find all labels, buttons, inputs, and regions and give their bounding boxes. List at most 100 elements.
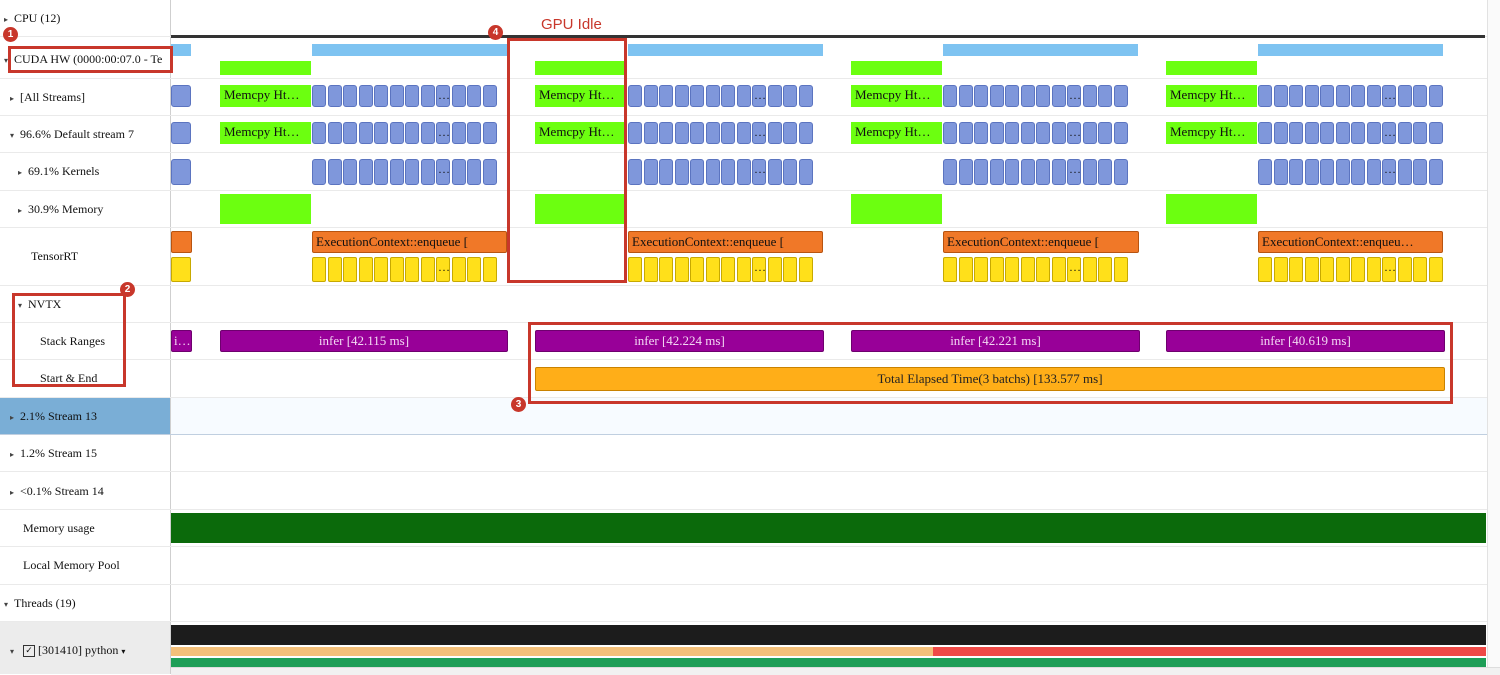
kernel-block[interactable] [989, 122, 1004, 144]
kernel-block[interactable] [643, 85, 658, 107]
kernel-block[interactable] [327, 85, 342, 107]
kernel-block[interactable] [1020, 85, 1035, 107]
tensorrt-layer-block[interactable] [451, 257, 466, 282]
kernel-block[interactable] [705, 85, 720, 107]
enqueue-block[interactable] [171, 231, 192, 253]
kernel-block[interactable] [1082, 85, 1097, 107]
kernel-block[interactable] [1020, 159, 1035, 185]
kernel-block[interactable] [482, 85, 497, 107]
kernel-block[interactable] [171, 122, 191, 144]
tensorrt-layer-block[interactable] [1351, 257, 1365, 282]
kernel-block[interactable] [327, 159, 342, 185]
kernel-block[interactable] [721, 85, 735, 107]
tensorrt-layer-block[interactable] [1005, 257, 1019, 282]
tensorrt-layer-block[interactable] [1413, 257, 1427, 282]
kernel-block[interactable] [1113, 159, 1128, 185]
kernel-block[interactable] [1366, 122, 1381, 144]
thread-activity-bar[interactable] [171, 647, 933, 656]
tensorrt-layer-block[interactable] [1036, 257, 1050, 282]
kernel-block[interactable] [1098, 122, 1112, 144]
tree-row-threads[interactable]: ▾ Threads (19) [4, 596, 174, 612]
tensorrt-layer-block[interactable] [643, 257, 658, 282]
memory-block[interactable] [220, 194, 311, 224]
kernel-block[interactable] [798, 159, 813, 185]
kernel-block[interactable] [690, 85, 704, 107]
cuda-activity-bar[interactable] [171, 44, 191, 56]
kernel-block[interactable] [1036, 159, 1050, 185]
kernel-block[interactable] [958, 85, 973, 107]
tensorrt-layer-block[interactable] [389, 257, 404, 282]
tensorrt-layer-block[interactable] [943, 257, 957, 282]
kernel-block[interactable] [1320, 159, 1334, 185]
kernel-block[interactable] [1351, 122, 1365, 144]
kernel-block[interactable] [1304, 122, 1319, 144]
enqueue-block[interactable]: ExecutionContext::enqueu… [1258, 231, 1443, 253]
kernel-block[interactable] [358, 85, 373, 107]
expand-arrow-icon[interactable]: ▸ [10, 486, 20, 500]
collapse-arrow-icon[interactable]: ▾ [4, 598, 14, 612]
tensorrt-layer-block[interactable] [1397, 257, 1412, 282]
cuda-memory-bar[interactable] [220, 61, 311, 75]
memory-block[interactable] [851, 194, 942, 224]
kernel-block[interactable] [958, 159, 973, 185]
kernel-block[interactable] [482, 122, 497, 144]
kernel-block[interactable] [451, 85, 466, 107]
memcpy-block[interactable]: Memcpy Ht… [851, 85, 942, 107]
kernel-block[interactable] [171, 85, 191, 107]
kernel-block[interactable] [1351, 159, 1365, 185]
kernel-block[interactable] [343, 122, 357, 144]
tensorrt-layer-block[interactable] [327, 257, 342, 282]
expand-arrow-icon[interactable]: ▸ [10, 92, 20, 106]
kernel-block[interactable] [674, 122, 689, 144]
kernel-block[interactable] [405, 122, 419, 144]
kernel-block[interactable] [1397, 159, 1412, 185]
kernel-block[interactable] [420, 122, 435, 144]
kernel-block[interactable] [767, 159, 782, 185]
kernel-block[interactable] [1005, 159, 1019, 185]
kernel-block[interactable] [374, 159, 388, 185]
tree-row-cpu[interactable]: ▸ CPU (12) [4, 11, 174, 27]
kernel-block[interactable] [659, 159, 673, 185]
kernel-block[interactable] [1113, 122, 1128, 144]
kernel-block[interactable] [943, 85, 957, 107]
kernel-block[interactable] [374, 122, 388, 144]
kernel-block[interactable] [628, 159, 642, 185]
cuda-activity-bar[interactable] [628, 44, 823, 56]
kernel-block[interactable] [659, 122, 673, 144]
kernel-block[interactable] [989, 159, 1004, 185]
tensorrt-layer-block[interactable] [1366, 257, 1381, 282]
tensorrt-layer-block[interactable] [343, 257, 357, 282]
kernel-block[interactable] [1258, 159, 1272, 185]
kernel-block[interactable] [1428, 85, 1443, 107]
kernel-block[interactable] [1273, 122, 1288, 144]
kernel-block[interactable] [312, 85, 326, 107]
kernel-block[interactable] [1289, 85, 1303, 107]
tree-row-stream15[interactable]: ▸ 1.2% Stream 15 [10, 446, 180, 462]
tensorrt-layer-block[interactable] [420, 257, 435, 282]
thread-activity-bar[interactable] [933, 647, 1486, 656]
kernel-block[interactable] [374, 85, 388, 107]
kernel-block[interactable] [1098, 159, 1112, 185]
kernel-block[interactable] [1258, 85, 1272, 107]
tree-row-all-streams[interactable]: ▸ [All Streams] [10, 90, 180, 106]
enqueue-block[interactable]: ExecutionContext::enqueue [ [628, 231, 823, 253]
tensorrt-layer-block[interactable] [659, 257, 673, 282]
expand-arrow-icon[interactable]: ▸ [18, 166, 28, 180]
kernel-block[interactable] [1289, 122, 1303, 144]
kernel-block[interactable] [1005, 122, 1019, 144]
tensorrt-layer-block[interactable] [1020, 257, 1035, 282]
kernel-block[interactable] [943, 122, 957, 144]
kernel-block[interactable] [1289, 159, 1303, 185]
cuda-activity-bar[interactable] [943, 44, 1138, 56]
kernel-block[interactable] [1273, 85, 1288, 107]
tree-row-stream14[interactable]: ▸ <0.1% Stream 14 [10, 484, 180, 500]
kernel-block[interactable] [312, 159, 326, 185]
kernel-block[interactable] [451, 159, 466, 185]
kernel-block[interactable] [467, 159, 481, 185]
kernel-block[interactable] [783, 122, 797, 144]
memory-block[interactable] [1166, 194, 1257, 224]
tensorrt-layer-block[interactable] [358, 257, 373, 282]
collapse-arrow-icon[interactable]: ▾ [10, 645, 20, 659]
kernel-block[interactable] [798, 122, 813, 144]
kernel-block[interactable] [643, 159, 658, 185]
